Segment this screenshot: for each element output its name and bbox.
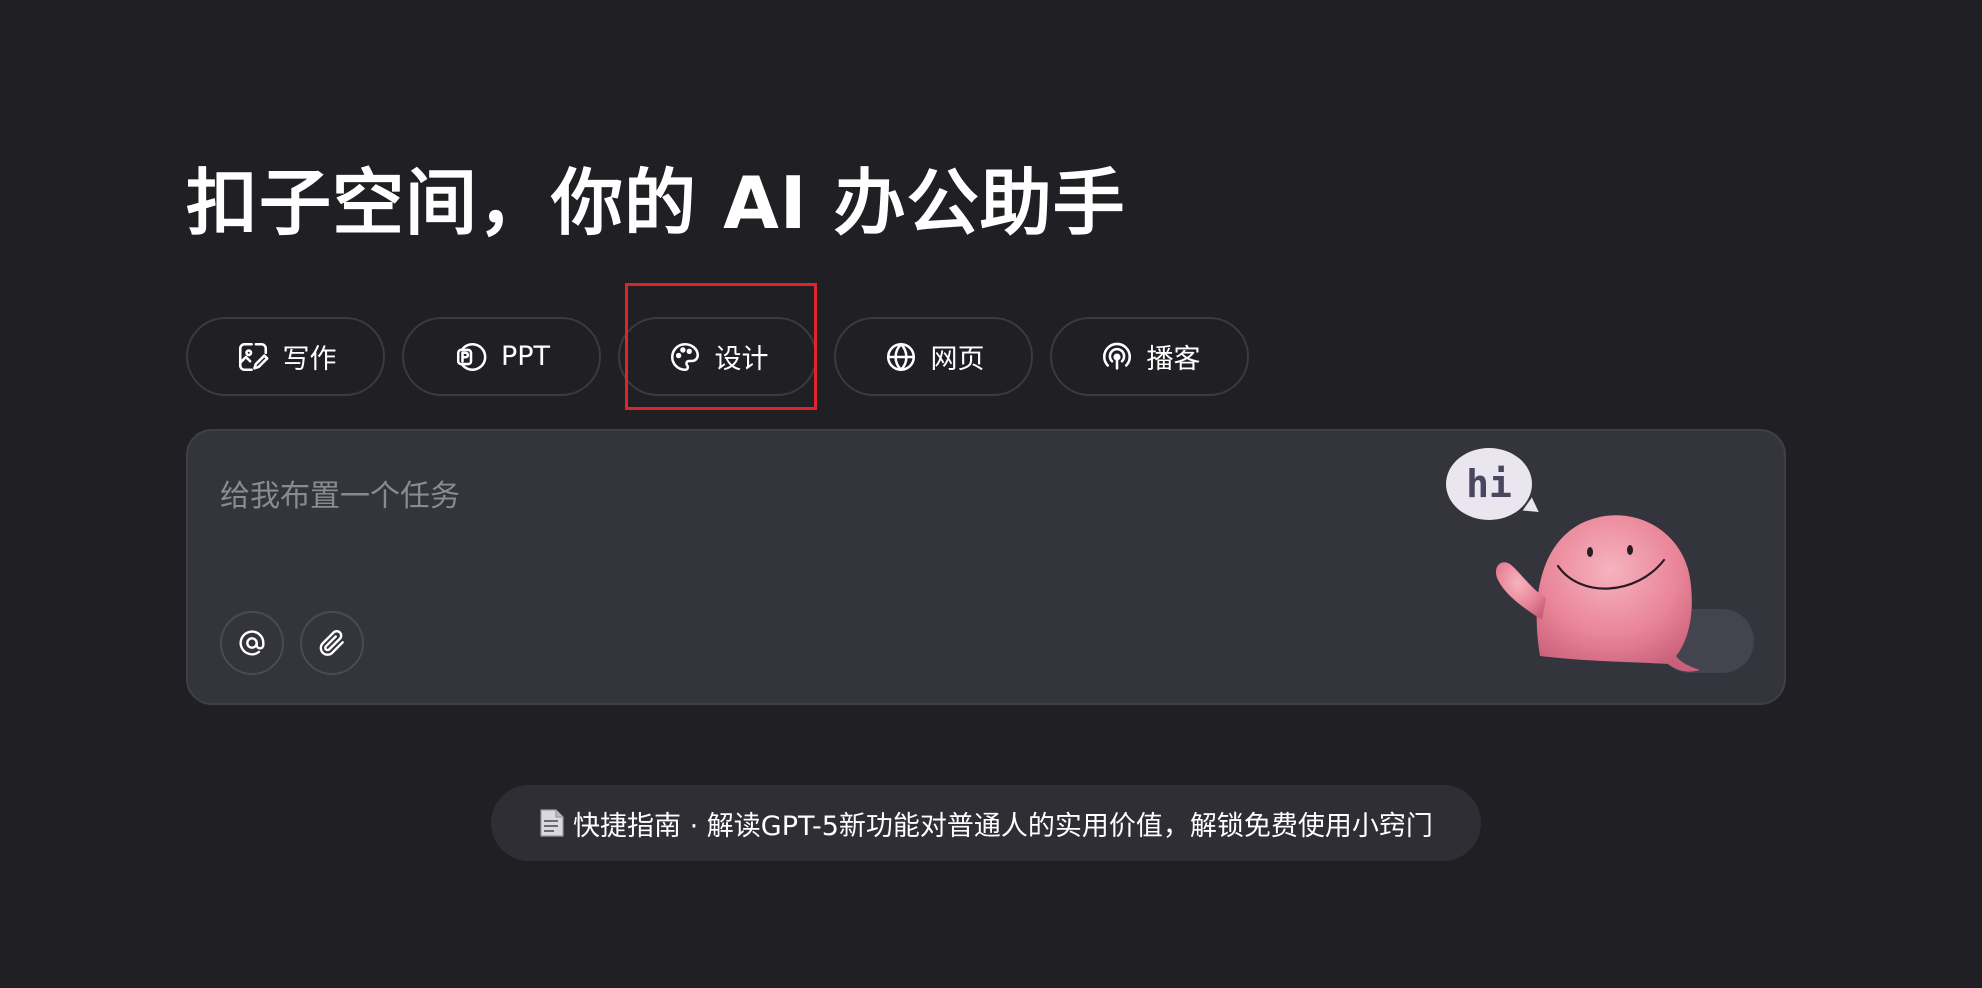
tab-label: PPT [500, 341, 551, 372]
tab-webpage[interactable]: 网页 [834, 317, 1033, 396]
image-edit-icon [235, 339, 271, 375]
quick-guide-banner[interactable]: 快捷指南 · 解读GPT-5新功能对普通人的实用价值，解锁免费使用小窍门 [491, 785, 1481, 861]
tab-label: 设计 [714, 344, 769, 375]
tab-label: 网页 [930, 344, 985, 375]
tab-label: 写作 [282, 344, 337, 375]
page-title: 扣子空间，你的 AI 办公助手 [186, 161, 1126, 245]
tab-podcast[interactable]: 播客 [1050, 317, 1249, 396]
mascot: hi [1440, 448, 1720, 686]
tab-writing[interactable]: 写作 [186, 317, 385, 396]
attach-button[interactable] [300, 611, 364, 675]
globe-icon [883, 339, 919, 375]
mascot-speech-bubble: hi [1446, 448, 1532, 520]
document-icon [539, 808, 565, 838]
podcast-icon [1099, 339, 1135, 375]
paperclip-icon [316, 627, 348, 659]
tab-label: 播客 [1146, 344, 1201, 375]
tab-design[interactable]: 设计 [618, 317, 817, 396]
page: 扣子空间，你的 AI 办公助手 写作 PPT 设计 网页 播客 给我布置一个任务… [0, 0, 1982, 988]
mascot-bubble-text: hi [1466, 462, 1512, 506]
feature-tabs: 写作 PPT 设计 网页 播客 [186, 317, 1249, 396]
palette-icon [667, 339, 703, 375]
quick-guide-text: 快捷指南 · 解读GPT-5新功能对普通人的实用价值，解锁免费使用小窍门 [573, 810, 1433, 842]
mention-button[interactable] [220, 611, 284, 675]
tab-ppt[interactable]: PPT [402, 317, 601, 396]
task-input[interactable]: 给我布置一个任务 [220, 471, 460, 515]
ppt-icon [453, 339, 489, 375]
at-icon [236, 627, 268, 659]
